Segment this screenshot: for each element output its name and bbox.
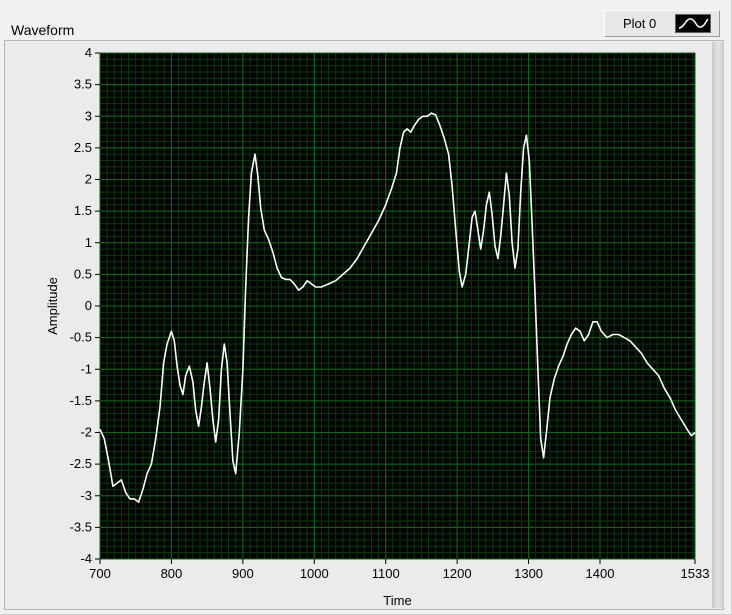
x-tick-label: 700 [89, 566, 111, 581]
x-tick-label: 900 [232, 566, 254, 581]
y-tick-label: 3.5 [74, 77, 92, 92]
x-tick-label: 1200 [443, 566, 472, 581]
x-tick-label: 1000 [300, 566, 329, 581]
y-tick-label: 0.5 [74, 266, 92, 281]
y-tick-label: -4 [80, 551, 92, 566]
y-tick-label: 2.5 [74, 140, 92, 155]
y-tick-label: -1.5 [70, 393, 92, 408]
x-tick-label: 1100 [372, 566, 400, 581]
y-tick-label: 4 [85, 45, 92, 60]
y-tick-label: -1 [80, 361, 92, 376]
x-tick-label: 1300 [514, 566, 543, 581]
y-tick-label: 2 [85, 172, 92, 187]
y-tick-label: 1.5 [74, 203, 92, 218]
x-tick-label: 1400 [586, 566, 615, 581]
y-tick-label: 0 [85, 298, 92, 313]
y-axis-title: Amplitude [45, 277, 60, 335]
x-axis-title: Time [383, 593, 411, 608]
y-tick-label: 1 [85, 235, 92, 250]
y-tick-label: -3.5 [70, 519, 92, 534]
y-tick-label: 3 [85, 108, 92, 123]
y-tick-label: -2 [80, 425, 92, 440]
waveform-chart: 700 800 900 1000 1100 1200 1300 1400 1533 -4 -3.5 -… [45, 45, 710, 608]
y-tick-label: -3 [80, 488, 92, 503]
x-tick-label: 800 [161, 566, 183, 581]
graph-panel: Waveform Plot 0 700 800 900 1000 1100 1200 130… [0, 0, 732, 615]
y-tick-label: -2.5 [70, 456, 92, 471]
x-tick-label: 1533 [681, 566, 710, 581]
y-tick-label: -0.5 [70, 330, 92, 345]
